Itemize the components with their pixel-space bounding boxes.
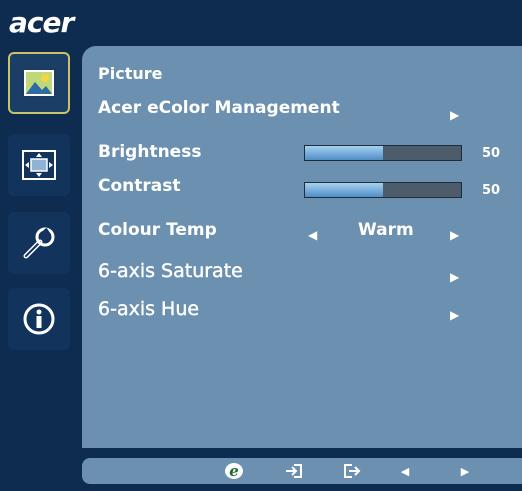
picture-icon	[22, 66, 56, 100]
picture-menu-panel: Picture Acer eColor Management ▶ Brightn…	[82, 46, 522, 448]
chevron-right-icon[interactable]: ▶	[450, 270, 459, 284]
settings-wrench-icon	[22, 226, 56, 260]
chevron-right-icon[interactable]: ▶	[450, 228, 459, 242]
right-arrow-icon[interactable]: ▶	[456, 458, 474, 484]
screen-position-icon	[22, 148, 56, 182]
contrast-slider-fill	[305, 183, 383, 197]
sidebar-item-osd[interactable]	[8, 134, 70, 196]
brightness-label: Brightness	[98, 142, 202, 162]
menu-item-6-axis-hue[interactable]: 6-axis Hue	[98, 298, 199, 320]
contrast-value: 50	[482, 183, 501, 198]
sidebar-item-picture[interactable]	[8, 52, 70, 114]
menu-item-6-axis-saturate[interactable]: 6-axis Saturate	[98, 260, 243, 282]
brightness-value: 50	[482, 146, 501, 161]
menu-title: Picture	[98, 64, 163, 83]
monitor-osd: acer Picture Acer eColor Management ▶ Br…	[0, 0, 522, 491]
chevron-left-icon[interactable]: ◀	[308, 228, 317, 242]
sidebar	[0, 44, 78, 454]
menu-exit-icon[interactable]	[340, 458, 364, 484]
chevron-right-icon[interactable]: ▶	[450, 308, 459, 322]
colour-temp-value: Warm	[358, 220, 414, 240]
chevron-right-icon[interactable]: ▶	[450, 108, 459, 122]
bottom-control-bar: e ◀ ▶	[82, 458, 522, 484]
svg-text:e: e	[229, 462, 239, 480]
acer-logo: acer	[9, 6, 74, 39]
empowering-e-icon[interactable]: e	[222, 458, 246, 484]
contrast-label: Contrast	[98, 176, 181, 196]
left-arrow-icon[interactable]: ◀	[396, 458, 414, 484]
menu-enter-icon[interactable]	[282, 458, 306, 484]
contrast-slider[interactable]	[304, 182, 462, 198]
sidebar-item-information[interactable]	[8, 288, 70, 350]
brightness-slider-fill	[305, 146, 383, 160]
colour-temp-label: Colour Temp	[98, 220, 217, 240]
information-icon	[22, 302, 56, 336]
brightness-slider[interactable]	[304, 145, 462, 161]
menu-item-ecolor[interactable]: Acer eColor Management	[98, 98, 340, 118]
sidebar-item-settings[interactable]	[8, 212, 70, 274]
